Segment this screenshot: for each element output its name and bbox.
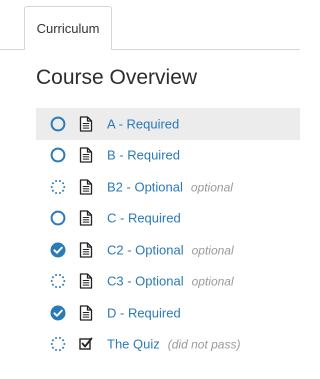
item-label[interactable]: C3 - Optional bbox=[107, 274, 184, 289]
dotted-circle-icon bbox=[50, 274, 66, 289]
item-note: optional bbox=[191, 243, 234, 258]
item-link[interactable]: B2 - Optional optional bbox=[107, 179, 233, 194]
document-icon bbox=[79, 273, 93, 289]
item-label[interactable]: The Quiz bbox=[107, 337, 160, 352]
completed-check-icon bbox=[50, 242, 66, 258]
item-link[interactable]: C3 - Optional optional bbox=[107, 274, 234, 289]
empty-circle-icon bbox=[50, 210, 66, 226]
list-item[interactable]: B - Required bbox=[36, 140, 300, 172]
item-label[interactable]: C - Required bbox=[107, 211, 181, 226]
page-title: Course Overview bbox=[36, 66, 198, 89]
item-link[interactable]: C - Required bbox=[107, 211, 181, 226]
list-item[interactable]: D - Required bbox=[36, 297, 300, 329]
list-item[interactable]: B2 - Optional optional bbox=[36, 171, 300, 203]
item-note: optional bbox=[190, 180, 233, 195]
item-label[interactable]: A - Required bbox=[107, 116, 179, 131]
list-item[interactable]: C3 - Optional optional bbox=[36, 266, 300, 298]
empty-circle-icon bbox=[50, 147, 66, 163]
item-link[interactable]: The Quiz (did not pass) bbox=[107, 337, 240, 352]
tab-strip: Curriculum bbox=[0, 0, 300, 50]
curriculum-list: A - Required B - Required B2 - Optional opt… bbox=[36, 108, 300, 360]
quiz-checkbox-icon bbox=[79, 337, 93, 350]
empty-circle-icon bbox=[50, 116, 66, 132]
item-note: (did not pass) bbox=[167, 337, 241, 352]
dotted-circle-icon bbox=[50, 337, 66, 352]
document-icon bbox=[79, 116, 93, 132]
item-link[interactable]: A - Required bbox=[107, 116, 179, 131]
document-icon bbox=[79, 305, 93, 321]
list-item[interactable]: C - Required bbox=[36, 203, 300, 235]
item-label[interactable]: C2 - Optional bbox=[107, 242, 184, 257]
course-page: Curriculum Course Overview A - Required B… bbox=[0, 0, 300, 379]
item-link[interactable]: D - Required bbox=[107, 305, 181, 320]
list-item[interactable]: A - Required bbox=[36, 108, 300, 140]
item-label[interactable]: B2 - Optional bbox=[107, 179, 183, 194]
document-icon bbox=[79, 147, 93, 163]
completed-check-icon bbox=[50, 305, 66, 321]
list-item[interactable]: The Quiz (did not pass) bbox=[36, 329, 300, 361]
document-icon bbox=[79, 242, 93, 258]
document-icon bbox=[79, 179, 93, 195]
document-icon bbox=[79, 210, 93, 226]
item-note: optional bbox=[191, 274, 234, 289]
list-item[interactable]: C2 - Optional optional bbox=[36, 234, 300, 266]
tab-curriculum[interactable]: Curriculum bbox=[24, 6, 112, 50]
item-link[interactable]: B - Required bbox=[107, 148, 180, 163]
item-link[interactable]: C2 - Optional optional bbox=[107, 242, 234, 257]
dotted-circle-icon bbox=[50, 179, 66, 194]
item-label[interactable]: B - Required bbox=[107, 148, 180, 163]
item-label[interactable]: D - Required bbox=[107, 305, 181, 320]
